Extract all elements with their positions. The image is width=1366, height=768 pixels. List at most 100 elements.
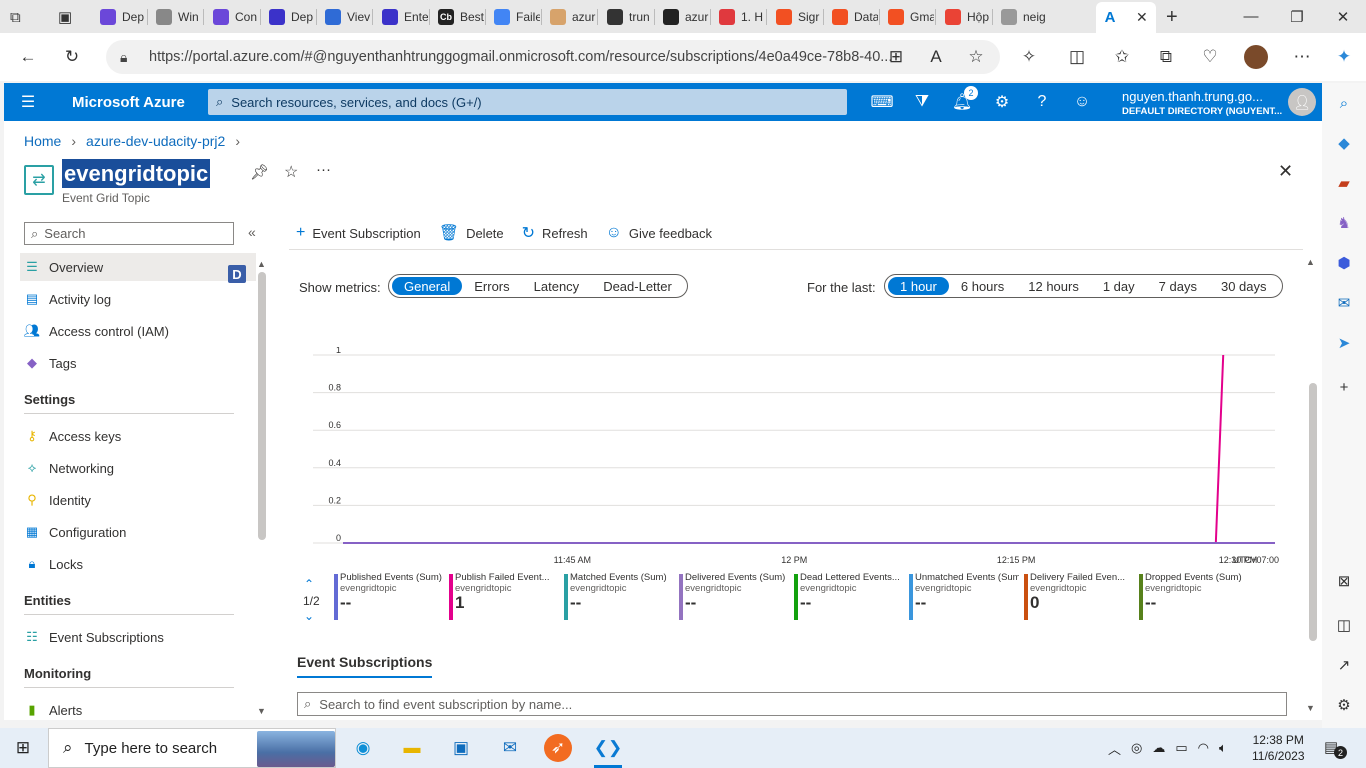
more-menu-icon[interactable]: ⋯ [1290,45,1314,69]
scroll-up-arrow[interactable]: ▲ [257,259,266,269]
browser-tab[interactable]: 1. H [713,4,765,30]
windows-start-icon[interactable]: ⊞ [8,734,38,762]
minimize-button[interactable]: — [1228,0,1274,33]
extensions-icon[interactable]: ✧ [1017,45,1041,69]
postman-icon[interactable]: ➶ [544,734,572,762]
legend-item[interactable]: Delivered Events (Sum) evengridtopic -- [679,572,789,620]
games-icon[interactable]: ♞ [1332,211,1356,235]
browser-tab[interactable]: Ente [376,4,428,30]
microsoft-365-icon[interactable]: ⬢ [1332,251,1356,275]
breadcrumb-resource-group[interactable]: azure-dev-udacity-prj2 [86,133,225,149]
restore-button[interactable]: ❐ [1274,0,1320,33]
split-screen-icon[interactable]: ◫ [1065,45,1089,69]
legend-item[interactable]: Published Events (Sum) evengridtopic -- [334,572,444,620]
close-tab-icon[interactable]: ✕ [1136,9,1148,26]
search-icon[interactable]: ⌕ [1332,91,1356,115]
range-option-7-days[interactable]: 7 days [1147,277,1209,295]
browser-essentials-icon[interactable]: ♡ [1198,45,1222,69]
add-icon[interactable]: + [1332,375,1356,399]
collapse-menu-icon[interactable]: « [248,224,256,240]
browser-tab[interactable]: Data [826,4,878,30]
user-avatar[interactable]: 👤︎ [1288,88,1316,116]
reload-icon[interactable]: ↻ [60,45,84,69]
notifications-bell-icon[interactable]: 🔔︎ 2 [950,86,978,114]
browser-tab[interactable]: Viev [319,4,371,30]
metric-option-errors[interactable]: Errors [462,277,521,295]
refresh-button[interactable]: ↻ Refresh [522,223,588,243]
menu-item-event-subscriptions[interactable]: ☷ Event Subscriptions [24,625,234,649]
browser-tab[interactable]: Dep [94,4,146,30]
sidebar-layout-icon[interactable]: ◫ [1332,613,1356,637]
help-icon[interactable]: ? [1030,90,1054,114]
browser-tab[interactable]: trun [601,4,653,30]
vscode-icon[interactable]: ❮❯ [593,734,623,762]
menu-item-iam[interactable]: 👥︎ Access control (IAM) [24,319,234,343]
mail-icon[interactable]: ✉ [495,734,525,762]
scroll-down-arrow[interactable]: ▼ [257,706,266,716]
url-field[interactable]: 🔒︎ https://portal.azure.com/#@nguyenthan… [106,40,1000,74]
menu-item-locks[interactable]: 🔒︎ Locks [24,552,234,576]
legend-item[interactable]: Matched Events (Sum) evengridtopic -- [564,572,674,620]
battery-icon[interactable]: ▭ [1175,740,1187,756]
directory-filter-icon[interactable]: ⧩ [910,90,934,114]
taskbar-clock[interactable]: 12:38 PM 11/6/2023 [1252,732,1305,764]
tab-azure-active[interactable]: A ✕ [1096,2,1156,33]
range-option-1-day[interactable]: 1 day [1091,277,1147,295]
more-options-icon[interactable]: ··· [316,161,331,178]
browser-tab[interactable]: Cb Best [432,4,484,30]
tray-expand-icon[interactable]: ︿ [1108,739,1121,758]
legend-next-arrow[interactable]: ⌄ [304,609,314,623]
menu-item-overview[interactable]: ☰ Overview [24,255,234,279]
legend-prev-arrow[interactable]: ⌃ [304,577,314,591]
settings-gear-icon[interactable]: ⚙ [990,90,1014,114]
wifi-icon[interactable]: ◠ [1198,740,1209,756]
copilot-icon[interactable]: ✦ [1332,45,1356,69]
feedback-icon[interactable]: ☺ [1070,90,1094,114]
metric-option-dead-letter[interactable]: Dead-Letter [591,277,684,295]
outlook-icon[interactable]: ✉ [1332,291,1356,315]
profile-avatar[interactable] [1244,45,1268,69]
favorites-icon[interactable]: ✩ [1110,45,1134,69]
drop-icon[interactable]: ➤ [1332,331,1356,355]
browser-tab[interactable]: Win [150,4,202,30]
event-subscriptions-tab[interactable]: Event Subscriptions [297,654,433,678]
content-scrollbar-thumb[interactable] [1309,383,1317,641]
browser-tab[interactable]: Sigr [770,4,822,30]
taskbar-search-input[interactable]: ⌕ Type here to search [48,728,336,768]
close-blade-icon[interactable]: ✕ [1278,161,1293,182]
menu-item-networking[interactable]: ⟡ Networking [24,456,234,480]
tools-icon[interactable]: ▰ [1332,171,1356,195]
pin-icon[interactable]: 📌︎ [250,163,269,181]
range-option-30-days[interactable]: 30 days [1209,277,1279,295]
menu-item-configuration[interactable]: ▦ Configuration [24,520,234,544]
tab-actions-icon[interactable]: ⧉ [4,4,40,30]
browser-tab[interactable]: Hộp [939,4,991,30]
favorite-star-icon[interactable]: ☆ [964,45,988,69]
menu-item-identity[interactable]: ⚲ Identity [24,488,234,512]
add-event-subscription-button[interactable]: + Event Subscription [296,224,421,242]
notification-center-icon[interactable]: ▤ 2 [1324,738,1347,759]
volume-icon[interactable]: 🔈︎ [1219,740,1227,756]
browser-tab[interactable]: Dep [263,4,315,30]
give-feedback-button[interactable]: ☺ Give feedback [606,224,712,242]
open-external-icon[interactable]: ↗ [1332,653,1356,677]
metric-option-latency[interactable]: Latency [522,277,592,295]
menu-item-alerts[interactable]: ▮ Alerts [24,698,234,720]
read-aloud-icon[interactable]: A [924,45,948,69]
browser-tab[interactable]: neig [995,4,1047,30]
scroll-up-arrow[interactable]: ▲ [1306,257,1315,267]
legend-item[interactable]: Publish Failed Event... evengridtopic 1 [449,572,559,620]
delete-button[interactable]: 🗑︎ Delete [439,223,504,243]
range-option-12-hours[interactable]: 12 hours [1016,277,1091,295]
account-menu[interactable]: nguyen.thanh.trung.go... DEFAULT DIRECTO… [1122,89,1282,117]
close-window-button[interactable]: ✕ [1320,0,1366,33]
cloud-shell-icon[interactable]: ⌨ [870,90,894,114]
browser-tab[interactable]: azur [544,4,596,30]
menu-item-access-keys[interactable]: ⚷ Access keys [24,424,234,448]
scroll-down-arrow[interactable]: ▼ [1306,703,1315,713]
menu-scrollbar-thumb[interactable] [258,272,266,540]
new-tab-button[interactable]: + [1160,4,1184,30]
microsoft-store-icon[interactable]: ▣ [446,734,476,762]
browser-tab[interactable]: azur [657,4,709,30]
app-available-icon[interactable]: ⊞ [884,45,908,69]
